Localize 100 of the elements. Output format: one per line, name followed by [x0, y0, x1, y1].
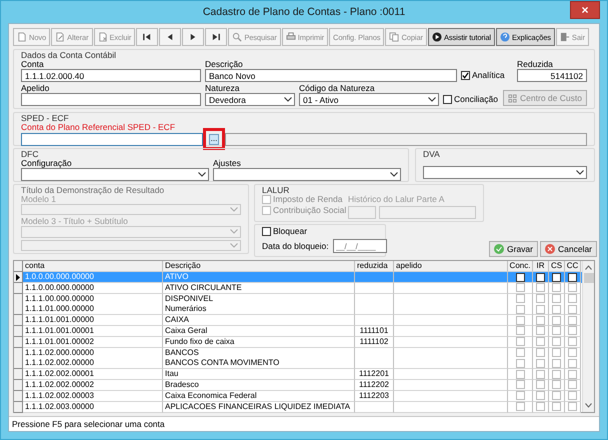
checkbox[interactable] — [552, 348, 561, 358]
navigation-button[interactable] — [136, 28, 158, 46]
date-field[interactable]: __/__/____ — [332, 239, 387, 253]
description-field[interactable] — [225, 132, 587, 146]
checkbox[interactable] — [552, 316, 561, 325]
checkbox[interactable] — [568, 402, 577, 412]
checkbox[interactable] — [568, 348, 577, 358]
checkbox[interactable] — [568, 294, 577, 304]
checkbox[interactable] — [516, 272, 524, 282]
checkbox[interactable] — [536, 304, 545, 314]
field-label: Configuração — [21, 159, 73, 168]
checkbox[interactable] — [516, 358, 524, 368]
checkbox[interactable] — [552, 283, 561, 292]
input-field[interactable]: 5141102 — [517, 69, 587, 82]
dropdown[interactable]: Devedora — [205, 93, 295, 106]
table-row[interactable]: 1.1.1.02.002.00000 BANCOS CONTA MOVIMENTO — [14, 358, 582, 370]
save-button[interactable]: Gravar — [489, 241, 538, 257]
input-field[interactable]: 1.1.1.02.000.40 — [21, 69, 201, 82]
checkbox[interactable] — [516, 391, 524, 400]
checkbox[interactable] — [568, 337, 577, 346]
checkbox[interactable] — [536, 283, 545, 292]
printer-icon — [286, 32, 296, 42]
checkbox[interactable] — [536, 294, 545, 304]
input-field[interactable] — [379, 206, 476, 219]
row-header[interactable] — [14, 272, 23, 283]
navigation-button[interactable] — [159, 28, 182, 46]
checkbox[interactable] — [536, 316, 545, 325]
checkbox[interactable] — [552, 358, 561, 368]
checkbox[interactable] — [516, 294, 524, 304]
checkbox[interactable] — [552, 337, 561, 346]
scroll-thumb[interactable] — [584, 273, 594, 283]
checkbox[interactable] — [568, 380, 577, 390]
checkbox[interactable] — [536, 370, 545, 379]
checkbox[interactable] — [536, 358, 545, 368]
field-label: Natureza — [205, 84, 240, 93]
checkbox[interactable] — [568, 272, 577, 282]
navigation-button[interactable] — [182, 28, 204, 46]
checkbox[interactable] — [536, 272, 545, 282]
table-row[interactable]: 1.1.1.02.002.00002 Bradesco 1112202 — [14, 380, 582, 391]
table-row[interactable]: 1.1.1.00.000.00000 DISPONIVEL — [14, 294, 582, 304]
checkbox[interactable] — [536, 348, 545, 358]
checkbox[interactable] — [568, 304, 577, 314]
table-row[interactable]: 1.1.1.02.002.00003 Caixa Economica Federal 1112203 — [14, 390, 582, 402]
checkbox[interactable] — [516, 316, 524, 325]
checkbox[interactable] — [516, 380, 524, 390]
checkbox[interactable] — [568, 326, 577, 336]
checkbox[interactable] — [536, 326, 545, 336]
dropdown-caret-icon — [428, 97, 436, 102]
checkbox[interactable] — [552, 370, 561, 379]
table-row[interactable]: 1.1.1.02.002.00001 Itau 1112201 — [14, 369, 582, 380]
navigation-button[interactable] — [205, 28, 228, 46]
input-field[interactable] — [21, 93, 201, 106]
table-row[interactable]: 1.1.1.01.001.00001 Caixa Geral 1111101 — [14, 326, 582, 337]
table-row[interactable]: 1.1.1.01.001.00002 Fundo fixo de caixa 1111102 — [14, 336, 582, 348]
row-pointer-icon — [16, 274, 20, 280]
checkbox[interactable] — [568, 358, 577, 368]
checkbox[interactable] — [568, 316, 577, 325]
checkbox[interactable] — [568, 370, 577, 379]
table-row[interactable]: 1.1.0.00.000.00000 ATIVO CIRCULANTE — [14, 282, 582, 294]
checkbox[interactable] — [262, 227, 271, 236]
input-field[interactable]: Banco Novo — [205, 69, 457, 82]
cancel-button[interactable]: Cancelar — [540, 241, 598, 257]
checkbox[interactable] — [516, 370, 524, 379]
checkbox[interactable] — [516, 402, 524, 412]
field-label: Histórico do Lalur Parte A — [348, 195, 446, 204]
checkbox[interactable] — [516, 326, 524, 336]
checkbox[interactable] — [552, 380, 561, 390]
page-icon — [17, 32, 27, 42]
checkbox[interactable] — [568, 283, 577, 292]
checkbox[interactable] — [552, 304, 561, 314]
checkbox[interactable] — [516, 348, 524, 358]
dropdown[interactable]: 01 - Ativo — [299, 93, 439, 106]
checkbox[interactable] — [552, 294, 561, 304]
table-row[interactable]: 1.1.1.02.003.00000 APLICACOES FINANCEIRAS LIQUIDEZ IMEDIATA — [14, 402, 582, 412]
dropdown[interactable] — [21, 168, 209, 181]
checkbox[interactable] — [552, 402, 561, 412]
checkbox-label: Conciliação — [454, 95, 498, 104]
table-row[interactable]: 1.1.1.01.001.00000 CAIXA — [14, 315, 582, 326]
checkbox[interactable] — [536, 380, 545, 390]
checkbox[interactable] — [516, 283, 524, 292]
checkbox[interactable] — [552, 272, 561, 282]
checkbox[interactable] — [552, 391, 561, 400]
scrollbar[interactable] — [582, 261, 594, 412]
checkbox[interactable] — [516, 337, 524, 346]
input-field[interactable] — [348, 206, 376, 219]
checkbox[interactable] — [461, 71, 470, 80]
table-row[interactable]: 1.1.1.02.000.00000 BANCOS — [14, 348, 582, 358]
checkbox[interactable] — [516, 304, 524, 314]
checkbox[interactable] — [536, 391, 545, 400]
checkbox[interactable] — [443, 95, 452, 104]
input-field[interactable] — [21, 132, 203, 146]
table-row[interactable]: 1.1.1.01.000.00000 Numerários — [14, 304, 582, 316]
dropdown[interactable] — [423, 166, 587, 179]
close-button[interactable]: × — [570, 1, 600, 19]
exit-icon — [560, 32, 570, 42]
checkbox[interactable] — [536, 402, 545, 412]
checkbox[interactable] — [552, 326, 561, 336]
dropdown[interactable] — [213, 168, 401, 181]
checkbox[interactable] — [568, 391, 577, 400]
checkbox[interactable] — [536, 337, 545, 346]
